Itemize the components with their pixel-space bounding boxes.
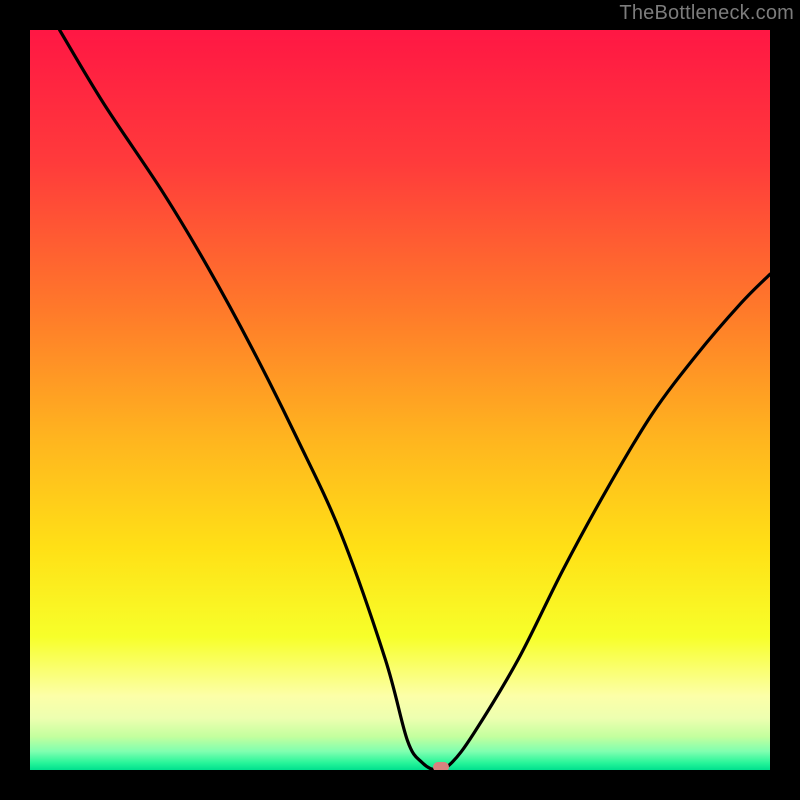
watermark-text: TheBottleneck.com	[619, 2, 794, 25]
chart-frame: TheBottleneck.com	[0, 0, 800, 800]
plot-area	[30, 30, 770, 770]
optimal-point-marker	[433, 762, 449, 770]
bottleneck-curve	[30, 30, 770, 770]
